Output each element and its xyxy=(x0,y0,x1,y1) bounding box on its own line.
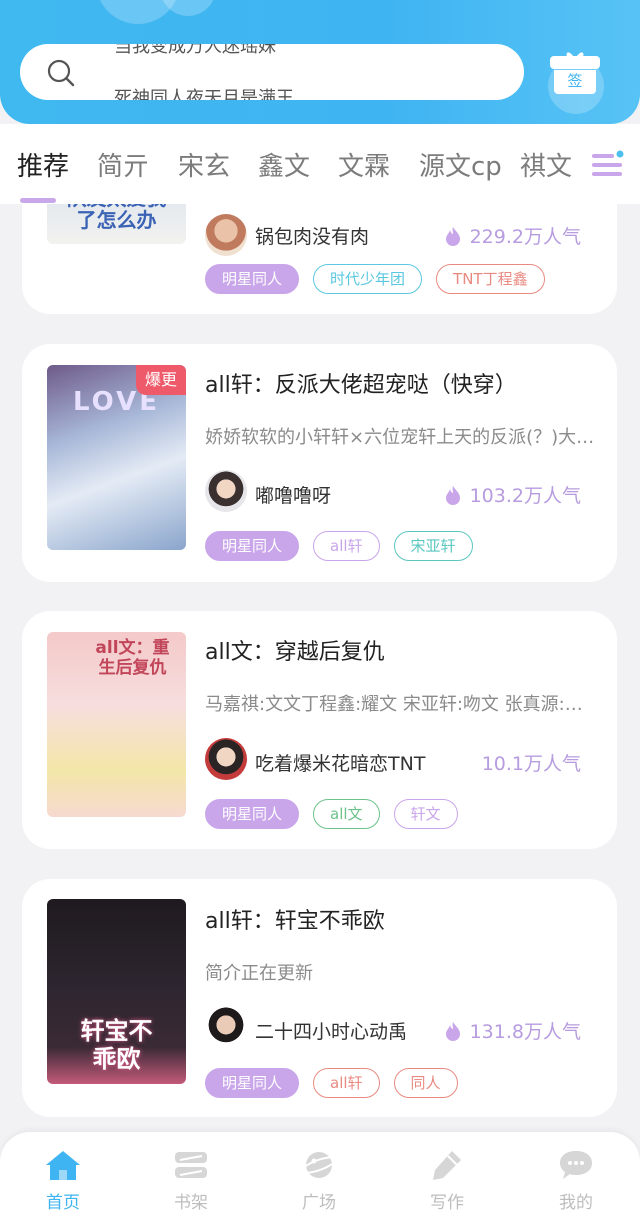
author-name: 吃着爆米花暗恋TNT xyxy=(255,753,426,775)
tag[interactable]: 明星同人 xyxy=(205,264,300,294)
cover-title: all文：重生后复仇 xyxy=(95,638,170,678)
tag[interactable]: 明星同人 xyxy=(205,1068,300,1098)
popularity: 131.8万人气 xyxy=(444,1017,581,1044)
active-tab-indicator xyxy=(20,198,56,203)
book-cover: 队友太爱我了怎么办 xyxy=(47,204,186,244)
author-avatar xyxy=(205,1006,247,1048)
tag[interactable]: all轩 xyxy=(313,1068,380,1098)
book-cover: LOVE 爆更 xyxy=(47,365,186,550)
search-bar[interactable]: 当我变成万人迷瑶妹 死神同人夜天月是满王 xyxy=(20,44,524,100)
nav-label: 我的 xyxy=(559,1193,593,1213)
tag[interactable]: 明星同人 xyxy=(205,531,300,561)
popularity: 103.2万人气 xyxy=(444,481,581,508)
tab-recommend[interactable]: 推荐 xyxy=(17,146,69,183)
book-description: 简介正在更新 xyxy=(205,963,313,984)
book-feed: 队友太爱我了怎么办 锅包肉没有肉 229.2万人气 明星同人 时代少年团 TNT… xyxy=(0,204,640,1132)
popularity-value: 131.8万人气 xyxy=(469,1021,581,1043)
nav-home[interactable]: 首页 xyxy=(23,1148,103,1213)
book-description: 马嘉祺:文文丁程鑫:耀文 宋亚轩:吻文 张真源:文文… xyxy=(205,694,595,715)
nav-label: 书架 xyxy=(174,1193,208,1213)
author-avatar xyxy=(205,738,247,780)
tag-list: 明星同人 all轩 同人 xyxy=(205,1068,458,1100)
tab-qiwen[interactable]: 祺文 xyxy=(520,146,572,183)
book-card[interactable]: 队友太爱我了怎么办 锅包肉没有肉 229.2万人气 明星同人 时代少年团 TNT… xyxy=(22,204,617,314)
search-suggestions: 当我变成万人迷瑶妹 死神同人夜天月是满王 xyxy=(94,44,514,100)
search-suggestion: 死神同人夜天月是满王 xyxy=(114,88,294,100)
nav-square[interactable]: 广场 xyxy=(279,1148,359,1213)
home-icon xyxy=(46,1151,80,1180)
update-badge: 爆更 xyxy=(136,365,186,395)
header-bar: 当我变成万人迷瑶妹 死神同人夜天月是满王 签 xyxy=(0,0,640,124)
tag-list: 明星同人 all文 轩文 xyxy=(205,799,458,831)
tab-yuanwen-cp[interactable]: 源文cp xyxy=(419,146,502,183)
planet-icon xyxy=(300,1152,338,1178)
popularity: 229.2万人气 xyxy=(444,222,581,249)
tag[interactable]: all轩 xyxy=(313,531,380,561)
menu-icon[interactable] xyxy=(590,148,624,180)
popularity-value: 10.1万人气 xyxy=(481,753,581,775)
tag[interactable]: 同人 xyxy=(393,1068,458,1098)
book-card[interactable]: LOVE 爆更 all轩：反派大佬超宠哒（快穿） 娇娇软软的小轩轩×六位宠轩上天… xyxy=(22,344,617,582)
flame-icon xyxy=(445,226,460,246)
nav-label: 写作 xyxy=(430,1193,464,1213)
tag[interactable]: 宋亚轩 xyxy=(393,531,473,561)
popularity-value: 103.2万人气 xyxy=(469,485,581,507)
tag-list: 明星同人 all轩 宋亚轩 xyxy=(205,531,473,563)
book-title[interactable]: all文：穿越后复仇 xyxy=(205,634,385,666)
cover-title: 队友太爱我了怎么办 xyxy=(67,204,167,232)
book-title[interactable]: all轩：反派大佬超宠哒（快穿） xyxy=(205,367,517,399)
tag[interactable]: TNT丁程鑫 xyxy=(436,264,545,294)
tag[interactable]: 时代少年团 xyxy=(313,264,423,294)
pen-icon xyxy=(433,1151,461,1180)
tag[interactable]: 轩文 xyxy=(393,799,458,829)
tab-xinwen[interactable]: 鑫文 xyxy=(258,146,310,183)
author-avatar xyxy=(205,470,247,512)
book-description: 娇娇软软的小轩轩×六位宠轩上天的反派(？)大佬… xyxy=(205,427,595,448)
nav-mine[interactable]: 我的 xyxy=(536,1148,616,1213)
nav-bookshelf[interactable]: 书架 xyxy=(151,1148,231,1213)
tag-list: 明星同人 时代少年团 TNT丁程鑫 xyxy=(205,264,545,296)
flame-icon xyxy=(445,1021,460,1041)
tab-songxuan[interactable]: 宋玄 xyxy=(178,146,230,183)
nav-write[interactable]: 写作 xyxy=(407,1148,487,1213)
tab-jianqi[interactable]: 简亓 xyxy=(97,146,149,183)
author-name: 二十四小时心动禹 xyxy=(255,1021,408,1043)
book-title[interactable]: all轩：轩宝不乖欧 xyxy=(205,903,385,935)
search-icon xyxy=(47,59,75,87)
popularity: 10.1万人气 xyxy=(482,749,581,776)
gift-icon xyxy=(550,56,600,69)
nav-label: 广场 xyxy=(302,1193,336,1213)
decor-bubble xyxy=(160,0,216,16)
book-cover: all文：重生后复仇 xyxy=(47,632,186,817)
category-tabs: 推荐 简亓 宋玄 鑫文 文霖 源文cp 祺文 xyxy=(0,124,640,204)
flame-icon xyxy=(445,485,460,505)
tag[interactable]: all文 xyxy=(313,799,380,829)
nav-label: 首页 xyxy=(46,1193,80,1213)
tab-wenlin[interactable]: 文霖 xyxy=(338,146,390,183)
book-card[interactable]: all文：重生后复仇 all文：穿越后复仇 马嘉祺:文文丁程鑫:耀文 宋亚轩:吻… xyxy=(22,611,617,849)
cover-title: 轩宝不乖欧 xyxy=(80,1017,153,1073)
popularity-value: 229.2万人气 xyxy=(469,226,581,248)
bottom-navigation: 首页 书架 广场 写作 我的 xyxy=(0,1132,640,1223)
checkin-gift-button[interactable]: 签 xyxy=(550,48,600,96)
author-name: 嘟噜噜呀 xyxy=(255,485,332,507)
tag[interactable]: 明星同人 xyxy=(205,799,300,829)
search-suggestion: 当我变成万人迷瑶妹 xyxy=(114,44,276,57)
author-avatar xyxy=(205,214,247,256)
bookshelf-icon xyxy=(175,1152,207,1178)
author-name: 锅包肉没有肉 xyxy=(255,226,370,248)
checkin-label: 签 xyxy=(567,72,583,90)
book-card[interactable]: 轩宝不乖欧 all轩：轩宝不乖欧 简介正在更新 二十四小时心动禹 131.8万人… xyxy=(22,879,617,1117)
chat-bubble-icon xyxy=(560,1151,592,1179)
book-cover: 轩宝不乖欧 xyxy=(47,899,186,1084)
